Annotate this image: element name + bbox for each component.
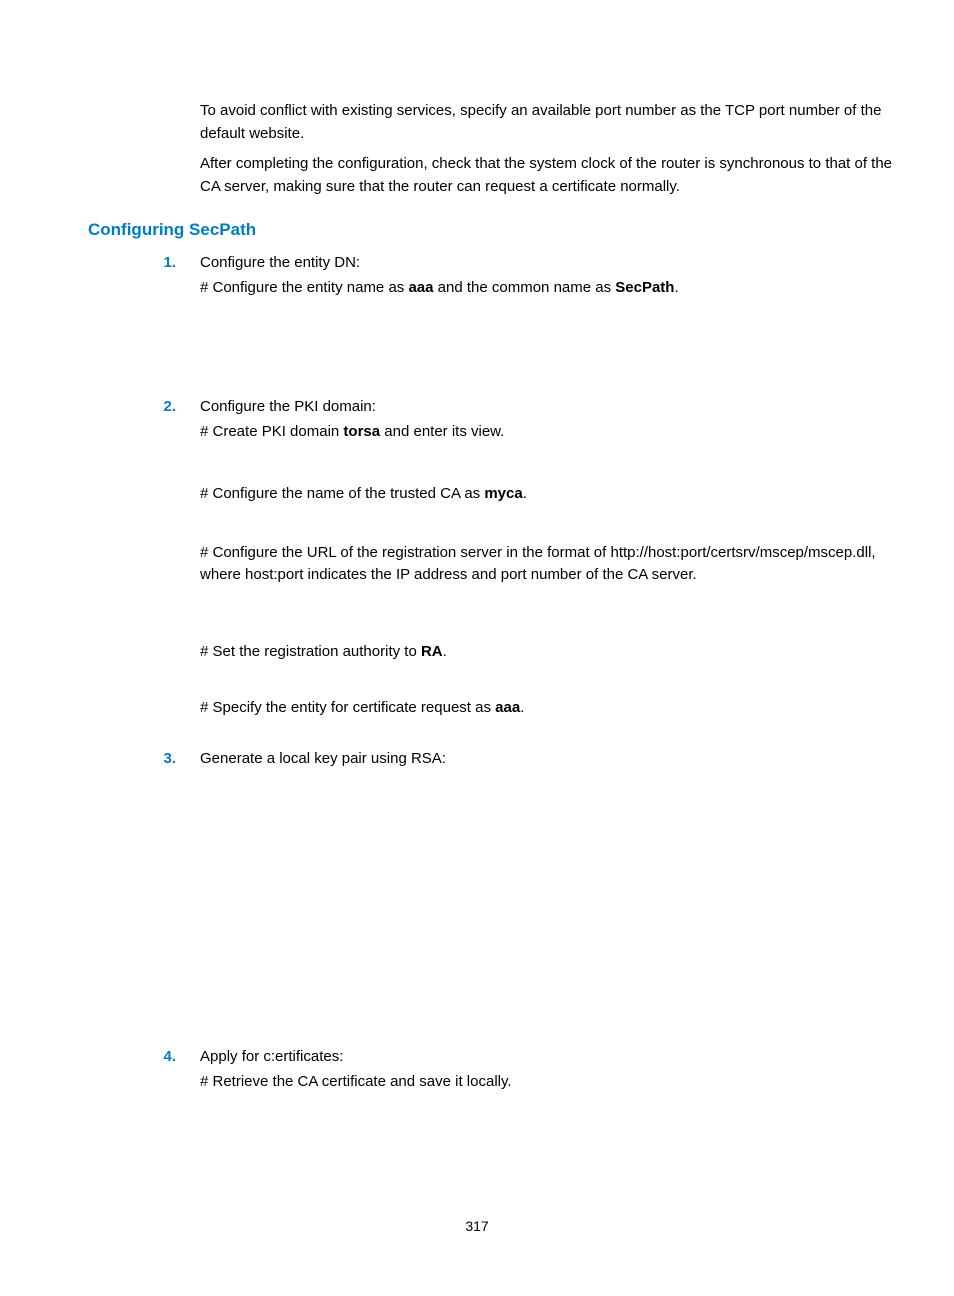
step-title: Configure the entity DN: (200, 254, 894, 271)
step-title: Configure the PKI domain: (200, 398, 894, 415)
step-number: 4. (88, 1048, 200, 1065)
step-2-detail-d: # Set the registration authority to RA. (200, 641, 894, 664)
bold-text: torsa (343, 423, 380, 440)
text: . (523, 485, 527, 502)
text: # Set the registration authority to (200, 643, 421, 660)
page-number: 317 (0, 1218, 954, 1234)
intro-paragraph-1: To avoid conflict with existing services… (200, 100, 894, 145)
bold-text: aaa (495, 699, 520, 716)
step-number: 1. (88, 254, 200, 271)
bold-text: SecPath (615, 279, 674, 296)
text: and the common name as (434, 279, 616, 296)
step-2-detail-b: # Configure the name of the trusted CA a… (200, 483, 894, 506)
text: # Configure the name of the trusted CA a… (200, 485, 484, 502)
step-1: 1. Configure the entity DN: (88, 254, 894, 271)
text: # Configure the entity name as (200, 279, 408, 296)
text: # Create PKI domain (200, 423, 343, 440)
step-4-detail: # Retrieve the CA certificate and save i… (200, 1071, 894, 1094)
text: and enter its view. (380, 423, 504, 440)
step-title: Generate a local key pair using RSA: (200, 750, 894, 767)
step-1-detail: # Configure the entity name as aaa and t… (200, 277, 894, 300)
bold-text: myca (484, 485, 522, 502)
step-2: 2. Configure the PKI domain: (88, 398, 894, 415)
intro-paragraph-2: After completing the configuration, chec… (200, 153, 894, 198)
text: . (443, 643, 447, 660)
step-2-detail-c: # Configure the URL of the registration … (200, 542, 894, 587)
bold-text: aaa (408, 279, 433, 296)
step-2-detail-e: # Specify the entity for certificate req… (200, 697, 894, 720)
document-page: To avoid conflict with existing services… (0, 0, 954, 1093)
text: . (520, 699, 524, 716)
section-heading: Configuring SecPath (88, 220, 894, 240)
text: # Specify the entity for certificate req… (200, 699, 495, 716)
step-number: 2. (88, 398, 200, 415)
step-number: 3. (88, 750, 200, 767)
step-title: Apply for c:ertificates: (200, 1048, 894, 1065)
bold-text: RA (421, 643, 443, 660)
step-3: 3. Generate a local key pair using RSA: (88, 750, 894, 767)
step-4: 4. Apply for c:ertificates: (88, 1048, 894, 1065)
text: . (674, 279, 678, 296)
step-2-detail-a: # Create PKI domain torsa and enter its … (200, 421, 894, 444)
